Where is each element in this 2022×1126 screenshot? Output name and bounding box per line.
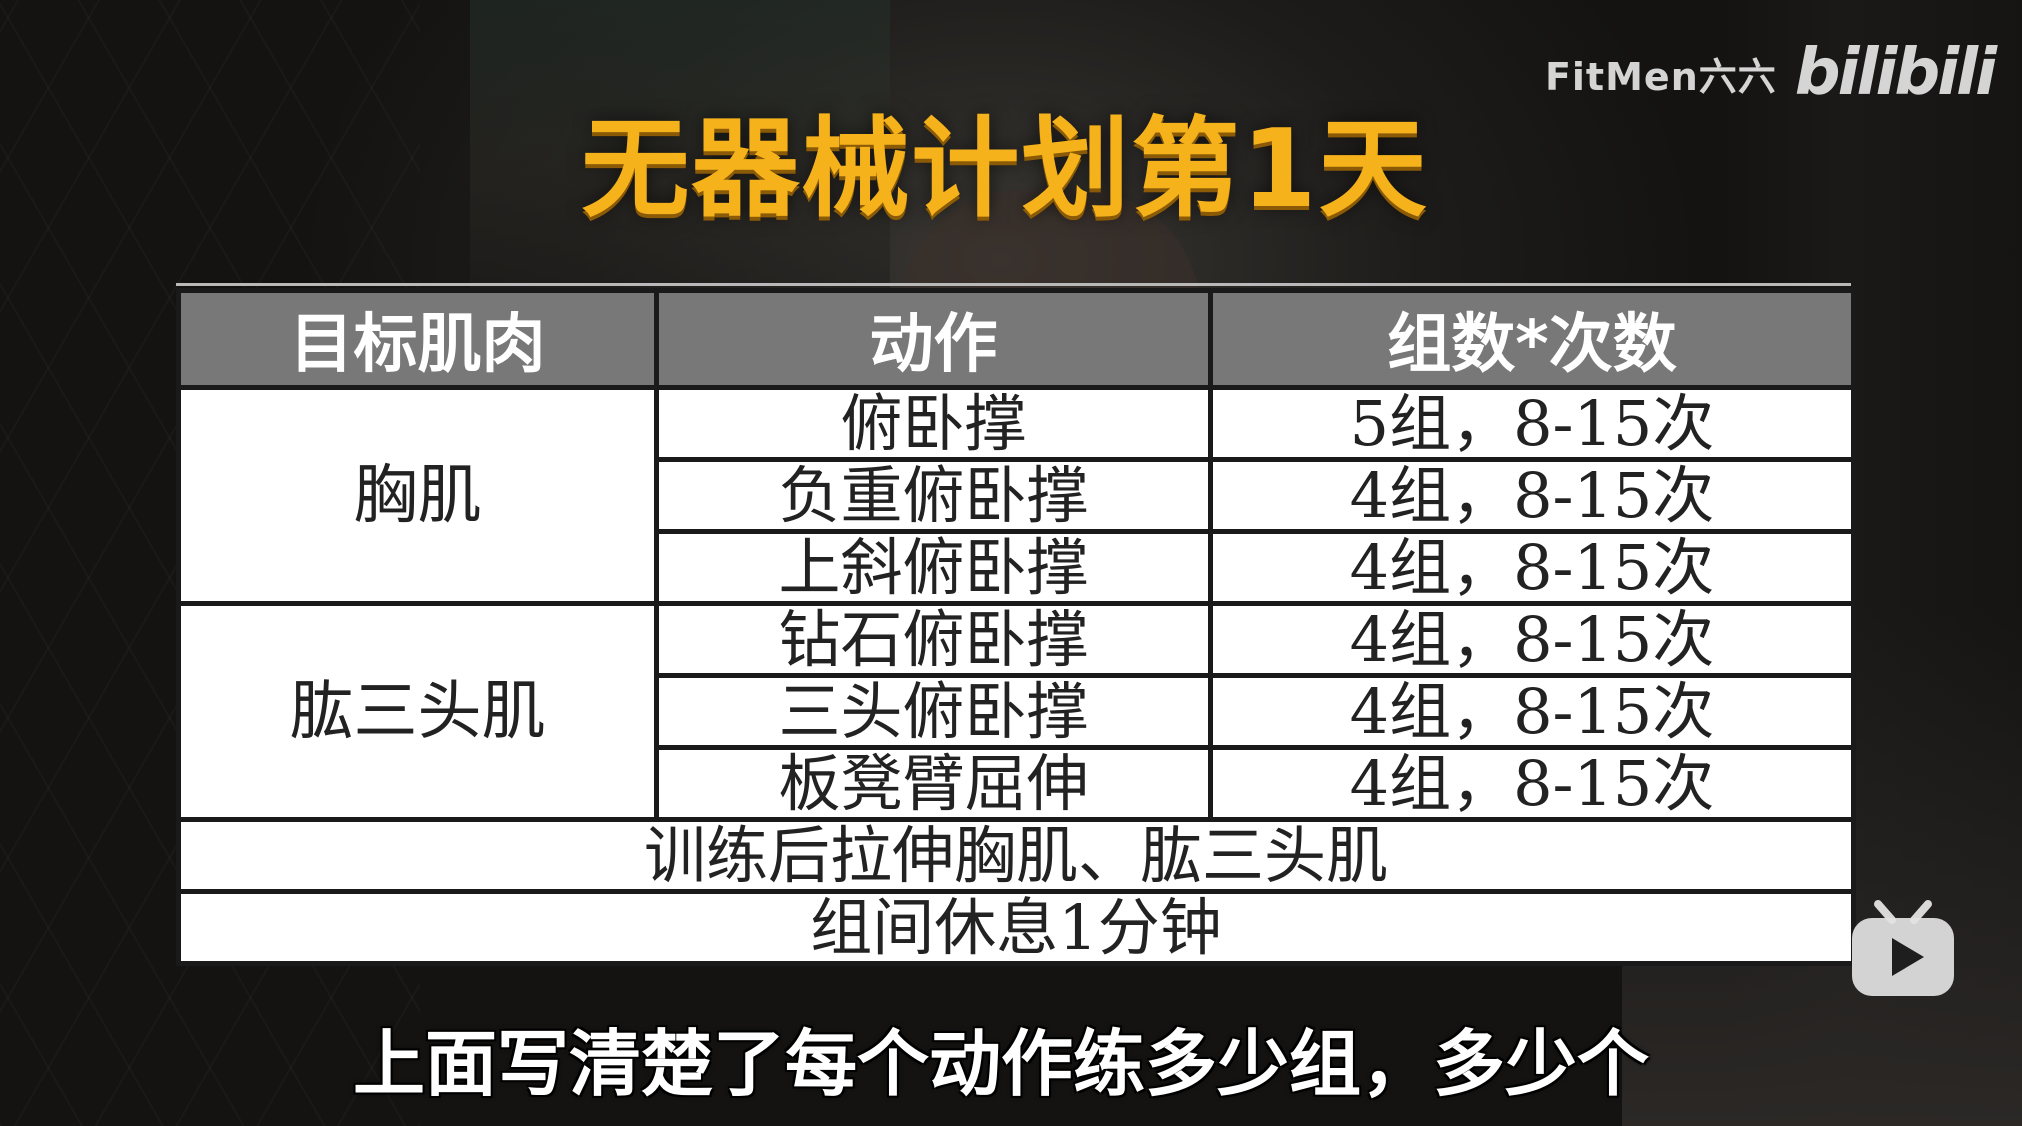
table-header-row: 目标肌肉 动作 组数*次数 [176,288,1856,390]
note-rest: 组间休息1分钟 [176,889,1856,966]
table-row: 胸肌 俯卧撑 5组，8-15次 [176,385,1856,606]
header-exercise: 动作 [654,288,1213,390]
page-title: 无器械计划第1天 [0,82,2022,238]
sets-cell: 4组，8-15次 [1208,601,1856,678]
table-row: 肱三头肌 钻石俯卧撑 4组，8-15次 [176,601,1856,822]
sets-cell: 5组，8-15次 [1208,385,1856,462]
header-target-muscle: 目标肌肉 [176,288,659,390]
exercise-cell: 负重俯卧撑 [654,457,1213,534]
sets-cell: 4组，8-15次 [1208,673,1856,750]
video-subtitle: 上面写清楚了每个动作练多少组，多少个 [0,1005,2022,1110]
page-title-text: 无器械计划第1天 [581,107,1429,232]
sets-cell: 4组，8-15次 [1208,457,1856,534]
sets-cell: 4组，8-15次 [1208,745,1856,822]
note-stretch: 训练后拉伸胸肌、肱三头肌 [176,817,1856,894]
workout-plan-table: 目标肌肉 动作 组数*次数 胸肌 俯卧撑 5组，8-15次 负重俯卧撑 4组，8… [176,288,1856,966]
tv-play-icon[interactable] [1848,898,1958,1000]
subtitle-text: 上面写清楚了每个动作练多少组，多少个 [352,1022,1649,1106]
exercise-cell: 三头俯卧撑 [654,673,1213,750]
table-note-row: 组间休息1分钟 [176,889,1856,966]
table-top-rule [176,283,1851,286]
exercise-cell: 钻石俯卧撑 [654,601,1213,678]
sets-cell: 4组，8-15次 [1208,529,1856,606]
exercise-cell: 板凳臂屈伸 [654,745,1213,822]
table-note-row: 训练后拉伸胸肌、肱三头肌 [176,817,1856,894]
muscle-chest: 胸肌 [176,385,659,606]
header-sets-reps: 组数*次数 [1208,288,1856,390]
exercise-cell: 俯卧撑 [654,385,1213,462]
muscle-triceps: 肱三头肌 [176,601,659,822]
exercise-cell: 上斜俯卧撑 [654,529,1213,606]
